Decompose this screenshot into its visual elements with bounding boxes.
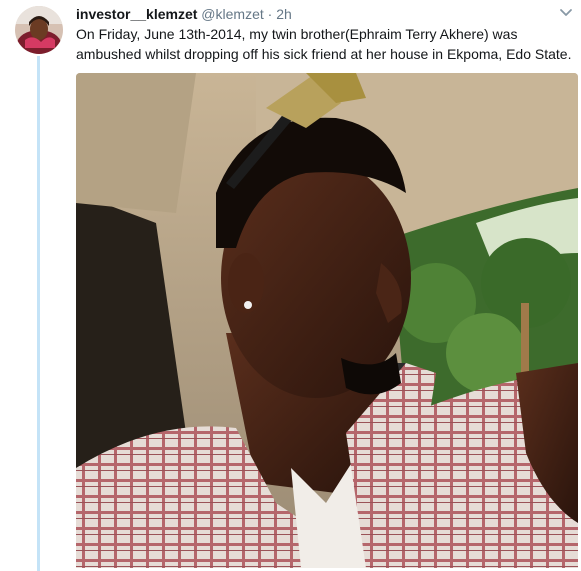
display-name[interactable]: investor__klemzet bbox=[76, 6, 197, 22]
tweet-photo[interactable] bbox=[76, 73, 578, 568]
chevron-down-icon[interactable] bbox=[558, 6, 574, 18]
user-handle[interactable]: @klemzet bbox=[201, 6, 263, 22]
tweet[interactable]: investor__klemzet @klemzet · 2h On Frida… bbox=[0, 0, 581, 571]
avatar[interactable] bbox=[15, 6, 63, 54]
thread-line bbox=[37, 56, 40, 571]
separator: · bbox=[267, 6, 273, 22]
tweet-header: investor__klemzet @klemzet · 2h bbox=[76, 5, 292, 23]
timestamp[interactable]: 2h bbox=[276, 6, 292, 22]
tweet-text: On Friday, June 13th-2014, my twin broth… bbox=[76, 26, 572, 62]
